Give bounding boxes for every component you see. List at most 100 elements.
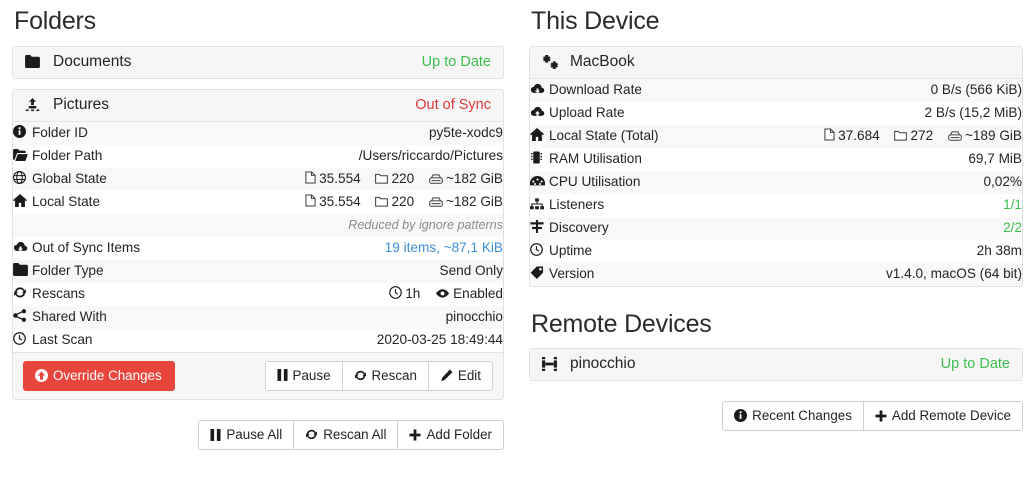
pause-all-label: Pause All — [226, 426, 283, 442]
table-row: Download Rate 0 B/s (566 KiB) — [530, 78, 1022, 102]
devices-column: This Device MacBook Download Rate 0 B/s … — [529, 0, 1023, 432]
detail-value: 35.554 220 ~182 GiB — [205, 191, 503, 214]
remote-device-status: Up to Date — [940, 356, 1010, 372]
folder-open-icon — [13, 148, 32, 161]
override-changes-label: Override Changes — [53, 367, 162, 383]
eye-icon — [435, 288, 450, 299]
detail-label: Upload Rate — [549, 104, 625, 120]
tag-icon — [530, 266, 549, 279]
detail-label: Last Scan — [32, 331, 93, 347]
table-row: Version v1.4.0, macOS (64 bit) — [530, 262, 1022, 286]
out-of-sync-items-link[interactable]: 19 items, ~87,1 KiB — [385, 240, 503, 255]
table-row: Discovery 2/2 — [530, 216, 1022, 240]
detail-label: Rescans — [32, 285, 85, 301]
detail-value: 0,02% — [983, 173, 1022, 189]
hdd-icon — [429, 197, 443, 207]
refresh-icon — [13, 286, 32, 299]
remote-devices-footer-actions: Recent Changes Add Remote Device — [529, 391, 1023, 432]
add-remote-device-label: Add Remote Device — [891, 408, 1011, 423]
rescan-all-button[interactable]: Rescan All — [293, 419, 399, 451]
detail-value: Send Only — [439, 262, 503, 278]
detail-label: Folder Path — [32, 147, 103, 163]
folder-status-pictures: Out of Sync — [415, 96, 491, 113]
clock-icon — [530, 242, 549, 256]
remote-device-header-pinocchio[interactable]: pinocchio Up to Date — [530, 349, 1022, 380]
detail-value: 2h 38m — [976, 242, 1022, 258]
info-icon — [734, 409, 748, 423]
dirs-metric: 220 — [375, 171, 414, 186]
folder-name-documents: Documents — [53, 52, 132, 70]
rescan-button[interactable]: Rescan — [341, 360, 429, 391]
folder-details-table-pictures: Folder ID py5te-xodc9 Folder Path /Users… — [13, 121, 503, 352]
rescan-all-label: Rescan All — [323, 426, 387, 442]
table-row: Out of Sync Items 19 items, ~87,1 KiB — [13, 236, 503, 260]
folder-actions-pictures: Override Changes Pause Rescan Edit — [13, 351, 503, 399]
detail-value: py5te-xodc9 — [428, 124, 503, 140]
gauge-icon — [530, 175, 549, 187]
detail-label: Version — [549, 265, 595, 281]
home-icon — [13, 193, 32, 207]
detail-value: 1/1 — [1003, 196, 1022, 212]
detail-label: Listeners — [549, 196, 605, 212]
folder-panel-pictures: Pictures Out of Sync Folder ID py5te-xod… — [12, 88, 504, 400]
detail-value: 2/2 — [1003, 219, 1022, 235]
table-row: Folder Path /Users/riccardo/Pictures — [13, 144, 503, 168]
watch-state-metric: Enabled — [435, 286, 503, 301]
folder-icon — [13, 262, 32, 276]
detail-value: v1.4.0, macOS (64 bit) — [886, 265, 1022, 281]
detail-value: 69,7 MiB — [968, 150, 1022, 166]
override-changes-button[interactable]: Override Changes — [23, 360, 175, 391]
detail-value: 37.684 272 ~189 GiB — [724, 125, 1022, 148]
detail-label: Shared With — [32, 308, 107, 324]
detail-label: Folder ID — [32, 124, 88, 140]
table-row: Global State 35.554 220 ~182 GiB — [13, 167, 503, 191]
detail-label: Global State — [32, 170, 107, 186]
file-icon — [305, 171, 316, 184]
folder-icon — [375, 173, 389, 184]
folders-footer-actions: Pause All Rescan All Add Folder — [12, 410, 504, 451]
plus-icon — [875, 410, 887, 422]
table-row: Rescans 1h Enabled — [13, 282, 503, 306]
folder-header-pictures[interactable]: Pictures Out of Sync — [13, 89, 503, 122]
cloud-down-icon — [13, 241, 32, 253]
folder-header-documents[interactable]: Documents Up to Date — [13, 46, 503, 78]
edit-button[interactable]: Edit — [427, 360, 493, 391]
add-remote-device-button[interactable]: Add Remote Device — [862, 401, 1023, 432]
detail-value[interactable]: 19 items, ~87,1 KiB — [205, 237, 503, 260]
cloud-down-icon — [530, 83, 549, 95]
detail-value: /Users/riccardo/Pictures — [358, 147, 503, 163]
dirs-metric: 272 — [894, 128, 933, 143]
rescan-label: Rescan — [371, 367, 417, 383]
detail-label: Out of Sync Items — [32, 239, 141, 255]
ignore-patterns-note: Reduced by ignore patterns — [348, 217, 503, 232]
folders-column: Folders Documents Up to Date Pictures Ou… — [12, 0, 504, 451]
signpost-icon — [530, 219, 549, 233]
remote-devices-footer-button-group: Recent Changes Add Remote Device — [722, 401, 1023, 432]
detail-label: Local State (Total) — [549, 127, 659, 143]
recent-changes-button[interactable]: Recent Changes — [722, 401, 864, 432]
detail-label: Local State — [32, 193, 101, 209]
table-row: Listeners 1/1 — [530, 193, 1022, 217]
refresh-icon — [354, 369, 367, 382]
pause-all-button[interactable]: Pause All — [198, 419, 295, 451]
detail-label: Folder Type — [32, 262, 104, 278]
file-icon — [305, 194, 316, 207]
table-row: Folder Type Send Only — [13, 259, 503, 283]
folder-icon — [894, 130, 908, 141]
pencil-icon — [440, 369, 453, 382]
detail-label: Uptime — [549, 242, 593, 258]
hdd-icon — [429, 174, 443, 184]
table-row: Uptime 2h 38m — [530, 239, 1022, 263]
upload-icon — [25, 97, 47, 112]
detail-value: pinocchio — [445, 308, 503, 324]
this-device-header[interactable]: MacBook — [530, 46, 1022, 79]
detail-label: RAM Utilisation — [549, 150, 642, 166]
add-folder-button[interactable]: Add Folder — [397, 419, 504, 451]
folder-name-pictures: Pictures — [53, 95, 109, 113]
arrow-up-circle-icon — [35, 368, 48, 382]
detail-label: CPU Utilisation — [549, 173, 641, 189]
pause-button[interactable]: Pause — [264, 360, 343, 391]
folder-icon — [375, 196, 389, 207]
folder-icon — [25, 55, 47, 68]
page-title-this-device: This Device — [531, 7, 660, 35]
